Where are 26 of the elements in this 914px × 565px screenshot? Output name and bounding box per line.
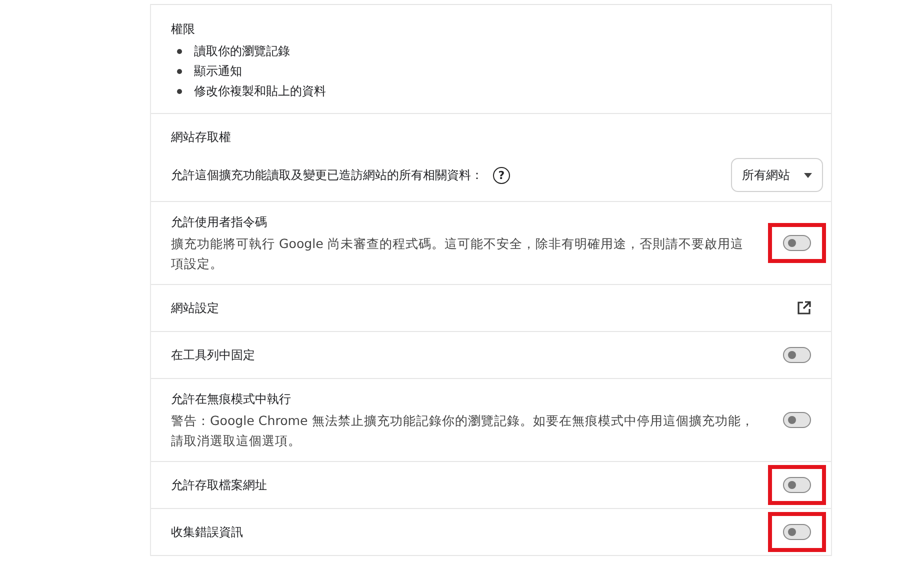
help-icon[interactable]: ? — [493, 166, 510, 184]
toggle-switch[interactable] — [783, 412, 811, 428]
site-settings-link[interactable]: 網站設定 — [171, 300, 219, 316]
section-title: 網站存取權 — [171, 129, 232, 146]
toggle-switch[interactable] — [783, 347, 811, 363]
setting-title: 在工具列中固定 — [171, 347, 255, 364]
bullet-icon — [177, 48, 182, 54]
setting-title: 允許在無痕模式中執行 — [171, 391, 292, 408]
permission-item: 顯示通知 — [194, 62, 242, 80]
toggle-switch[interactable] — [783, 524, 811, 540]
toggle-switch[interactable] — [783, 235, 811, 251]
permission-item: 修改你複製和貼上的資料 — [194, 82, 326, 100]
access-label: 允許這個擴充功能讀取及變更已造訪網站的所有相關資料： — [171, 166, 483, 184]
toggle-switch[interactable] — [783, 477, 811, 493]
setting-title: 允許使用者指令碼 — [171, 214, 268, 231]
setting-description: 擴充功能將可執行 Google 尚未審查的程式碼。這可能不安全，除非有明確用途，否則請不要啟用這項設定。 — [171, 235, 744, 273]
setting-description: 警告：Google Chrome 無法禁止擴充功能記錄你的瀏覽記錄。如要在無痕模式中停用這個擴充功能，請取消選取這個選項。 — [171, 412, 755, 450]
site-access-dropdown[interactable]: 所有網站 — [731, 158, 823, 192]
caret-icon — [804, 172, 812, 178]
bullet-icon — [177, 88, 182, 94]
external-link-icon[interactable] — [797, 301, 811, 315]
permission-item: 讀取你的瀏覽記錄 — [194, 42, 290, 60]
setting-title: 收集錯誤資訊 — [171, 524, 243, 541]
setting-title: 允許存取檔案網址 — [171, 477, 267, 494]
section-title: 權限 — [171, 21, 196, 38]
bullet-icon — [177, 68, 182, 74]
